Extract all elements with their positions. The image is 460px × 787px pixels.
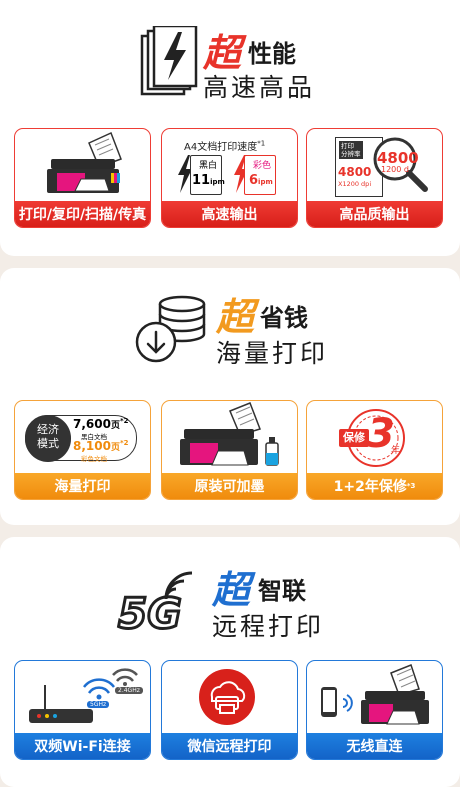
card-dual-band-wifi[interactable]: 5GHz 2.4GHz 双频Wi-Fi连接: [14, 660, 151, 760]
coins-icon: [135, 295, 206, 363]
card-high-speed[interactable]: A4文档打印速度*1 黑白 11ipm 彩色 6ipm 高速输出: [161, 128, 298, 228]
cloud-print-icon: [199, 669, 255, 725]
ink-refill-icon: [180, 402, 279, 466]
card-wechat-remote-print[interactable]: 微信远程打印: [161, 660, 298, 760]
section-subtitle: 海量打印: [216, 339, 329, 368]
wireless-direct-icon: [321, 664, 429, 725]
printer-icon: [47, 131, 122, 193]
section-subtitle: 远程打印: [212, 612, 325, 641]
card-label: 打印/复印/扫描/传真: [15, 201, 150, 227]
card-label: 1+2年保修 *3: [307, 473, 442, 499]
card-label: 海量打印: [15, 473, 150, 499]
savings-header: 超 省钱 海量打印: [0, 268, 460, 388]
card-label: 高速输出: [162, 201, 297, 227]
card-multifunction[interactable]: 打印/复印/扫描/传真: [14, 128, 151, 228]
mono-doc: 黑白 11ipm: [190, 155, 225, 195]
card-ink-refill[interactable]: 原装可加墨: [161, 400, 298, 500]
card-label: 微信远程打印: [162, 733, 297, 759]
super-badge: 超: [212, 568, 250, 612]
color-doc: 彩色 6ipm: [244, 155, 276, 195]
card-label: 双频Wi-Fi连接: [15, 733, 150, 759]
connectivity-header: 5G 超 智联 远程打印: [0, 537, 460, 657]
super-badge: 超: [216, 295, 254, 339]
card-warranty[interactable]: 保修 3 年 1+2年保修 *3: [306, 400, 443, 500]
card-high-quality[interactable]: 打印 分辨率 4800 X1200 dpi 4800 1200 d 高品质输出: [306, 128, 443, 228]
section-keyword: 省钱: [260, 304, 308, 332]
signal-waves-icon: [164, 571, 193, 600]
card-label: 高品质输出: [307, 201, 442, 227]
card-economy[interactable]: 经济 模式 7,600页*2 黑白文档 8,100页*2 彩色文档 海量打印: [14, 400, 151, 500]
section-subtitle: 高速高品: [203, 73, 316, 102]
router-icon: [29, 668, 138, 723]
section-keyword: 智联: [258, 577, 306, 605]
section-keyword: 性能: [248, 40, 296, 68]
speed-title: A4文档打印速度*1: [184, 139, 266, 153]
performance-header: 超 性能 高速高品: [0, 0, 460, 120]
savings-section: 超 省钱 海量打印 经济 模式 7,600页*2 黑白文档 8,100页*2 彩…: [0, 268, 460, 525]
connectivity-section: 5G 超 智联 远程打印 5GHz 2.4GHz 双频Wi-Fi连接 微信远程打…: [0, 537, 460, 787]
card-label: 原装可加墨: [162, 473, 297, 499]
card-wireless-direct[interactable]: 无线直连: [306, 660, 443, 760]
performance-section: 超 性能 高速高品 打印/复印/扫描/传真 A4文档打印速度*1 黑白 11ip…: [0, 0, 460, 256]
card-label: 无线直连: [307, 733, 442, 759]
economy-mode-icon: 经济 模式: [25, 415, 71, 462]
lightning-documents-icon: [140, 26, 198, 96]
